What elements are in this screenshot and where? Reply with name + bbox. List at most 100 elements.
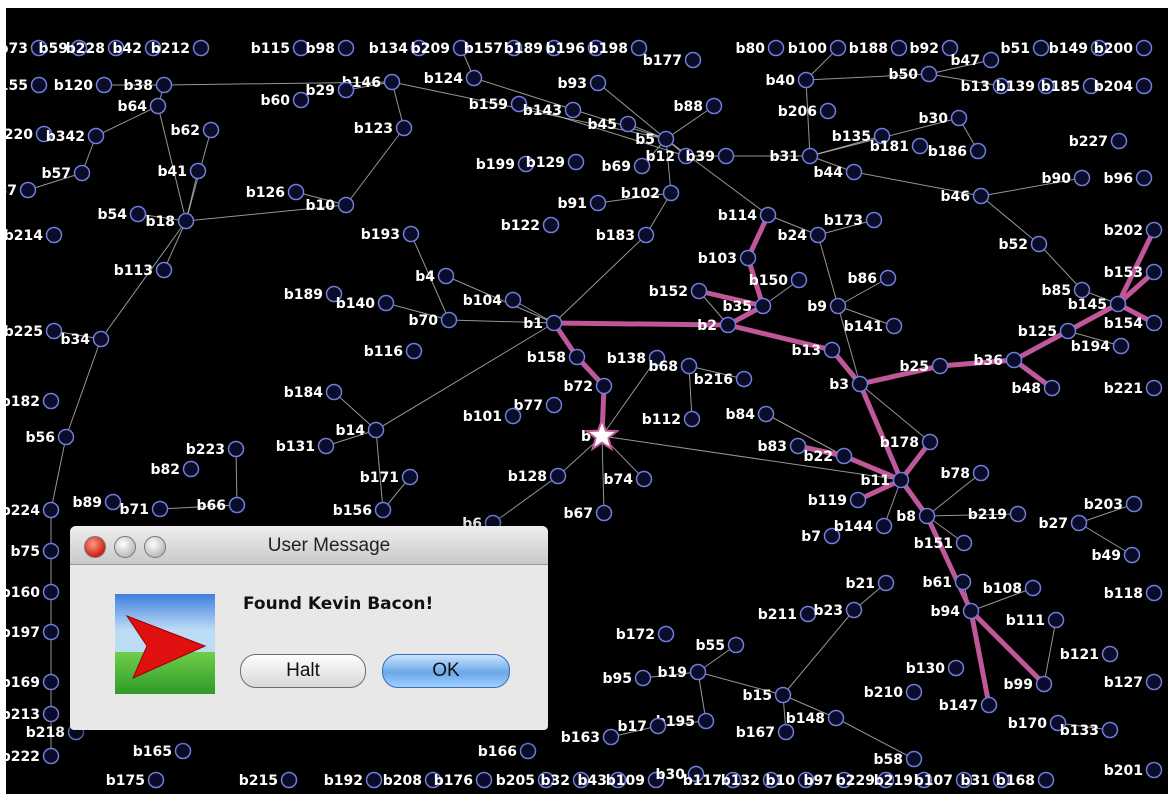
graph-node[interactable]: b202	[1104, 221, 1163, 240]
graph-node[interactable]: b177	[643, 51, 702, 70]
graph-node[interactable]: b62	[170, 121, 220, 140]
graph-node[interactable]: b168	[996, 771, 1055, 790]
graph-node[interactable]: b220	[6, 125, 53, 144]
graph-node[interactable]: b212	[151, 39, 210, 58]
graph-node[interactable]: b203	[1084, 495, 1143, 514]
graph-node[interactable]: b200	[1094, 39, 1153, 58]
graph-node[interactable]: b31	[769, 147, 819, 166]
graph-node[interactable]: b49	[1091, 546, 1141, 565]
graph-node[interactable]: b115	[251, 39, 310, 58]
graph-node[interactable]: b185	[1041, 77, 1100, 96]
graph-node[interactable]: b172	[616, 625, 675, 644]
graph-node[interactable]: b38	[123, 76, 173, 95]
graph-node[interactable]: b171	[360, 468, 419, 487]
graph-node[interactable]: b150	[749, 271, 808, 290]
graph-node[interactable]: b206	[778, 102, 837, 121]
graph-node[interactable]: b36	[973, 351, 1023, 370]
graph-node[interactable]: b112	[642, 410, 701, 429]
graph-node[interactable]: b120	[54, 76, 113, 95]
graph-node[interactable]: b122	[501, 216, 560, 235]
graph-node[interactable]: b86	[847, 269, 897, 288]
graph-node[interactable]: b9	[807, 297, 847, 316]
graph-node[interactable]: b208	[383, 771, 442, 790]
graph-node[interactable]: b224	[6, 501, 60, 520]
graph-node[interactable]: b227	[1069, 132, 1128, 151]
graph-node[interactable]: b125	[1018, 322, 1077, 341]
graph-node[interactable]: b108	[983, 579, 1042, 598]
graph-node[interactable]: b153	[1104, 263, 1163, 282]
graph-node[interactable]: b74	[603, 470, 653, 489]
kevin-bacon-node[interactable]: b	[581, 417, 620, 452]
graph-node[interactable]: b46	[940, 187, 990, 206]
graph-node[interactable]: b155	[6, 76, 48, 95]
graph-node[interactable]: b194	[1071, 337, 1130, 356]
graph-node[interactable]: b13	[791, 341, 841, 360]
graph-node[interactable]: b8	[896, 507, 936, 526]
graph-node[interactable]: b176	[434, 771, 493, 790]
graph-node[interactable]: b126	[246, 183, 305, 202]
graph-node[interactable]: b193	[361, 225, 420, 244]
graph-node[interactable]: b130	[906, 659, 965, 678]
graph-node[interactable]: b103	[698, 249, 757, 268]
graph-node[interactable]: b215	[239, 771, 298, 790]
graph-node[interactable]: b186	[928, 142, 987, 161]
graph-node[interactable]: b56	[25, 428, 75, 447]
graph-node[interactable]: b27	[1038, 514, 1088, 533]
graph-node[interactable]: b145	[1068, 295, 1127, 314]
graph-node[interactable]: b57	[41, 164, 91, 183]
graph-node[interactable]: b64	[117, 97, 167, 116]
graph-node[interactable]: b41	[157, 162, 207, 181]
graph-node[interactable]: b54	[97, 205, 147, 224]
graph-node[interactable]: b175	[106, 771, 165, 790]
graph-node[interactable]: b188	[849, 39, 908, 58]
graph-node[interactable]: b118	[1104, 584, 1163, 603]
graph-node[interactable]: b89	[72, 493, 122, 512]
graph-node[interactable]: b216	[694, 370, 753, 389]
graph-node[interactable]: b75	[10, 542, 60, 561]
graph-node[interactable]: b198	[589, 39, 648, 58]
graph-node[interactable]: b133	[1060, 721, 1119, 740]
graph-node[interactable]: b167	[736, 723, 795, 742]
graph-node[interactable]: b23	[813, 601, 863, 620]
graph-node[interactable]: b123	[354, 119, 413, 138]
graph-node[interactable]: b72	[563, 377, 613, 396]
graph-node[interactable]: b170	[1008, 714, 1067, 733]
graph-node[interactable]: b71	[119, 500, 169, 519]
graph-node[interactable]: b50	[888, 65, 938, 84]
graph-node[interactable]: b15	[742, 686, 792, 705]
graph-node[interactable]: b141	[844, 317, 903, 336]
graph-node[interactable]: b94	[930, 602, 980, 621]
graph-node[interactable]: b158	[527, 348, 586, 367]
graph-node[interactable]: b60	[260, 91, 310, 110]
graph-node[interactable]: b40	[765, 71, 815, 90]
graph-node[interactable]: b18	[145, 212, 195, 231]
graph-node[interactable]: b151	[914, 534, 973, 553]
halt-button[interactable]: Halt	[240, 654, 366, 688]
graph-node[interactable]: b192	[324, 771, 383, 790]
graph-node[interactable]: b30	[918, 109, 968, 128]
graph-node[interactable]: b181	[870, 137, 929, 156]
graph-node[interactable]: b24	[777, 226, 827, 245]
graph-node[interactable]: b219	[968, 505, 1027, 524]
graph-node[interactable]: b3	[829, 375, 869, 394]
graph-node[interactable]: b223	[186, 440, 245, 459]
graph-node[interactable]: b2	[697, 316, 737, 335]
graph-node[interactable]: b29	[305, 81, 355, 100]
graph-node[interactable]: b184	[284, 383, 343, 402]
graph-node[interactable]: b87	[6, 181, 37, 200]
graph-node[interactable]: b55	[695, 636, 745, 655]
graph-node[interactable]: b116	[364, 342, 423, 361]
graph-node[interactable]: b100	[788, 39, 847, 58]
graph-node[interactable]: b129	[526, 153, 585, 172]
graph-node[interactable]: b10	[305, 196, 355, 215]
graph-node[interactable]: b178	[880, 433, 939, 452]
graph-node[interactable]: b82	[150, 460, 200, 479]
graph-node[interactable]: b209	[411, 39, 470, 58]
graph-node[interactable]: b210	[864, 683, 923, 702]
graph-node[interactable]: b4	[415, 267, 455, 286]
graph-node[interactable]: b93	[557, 74, 607, 93]
graph-node[interactable]: b25	[899, 357, 949, 376]
graph-node[interactable]: b169	[6, 673, 60, 692]
ok-button[interactable]: OK	[382, 654, 510, 688]
graph-node[interactable]: b143	[523, 101, 582, 120]
